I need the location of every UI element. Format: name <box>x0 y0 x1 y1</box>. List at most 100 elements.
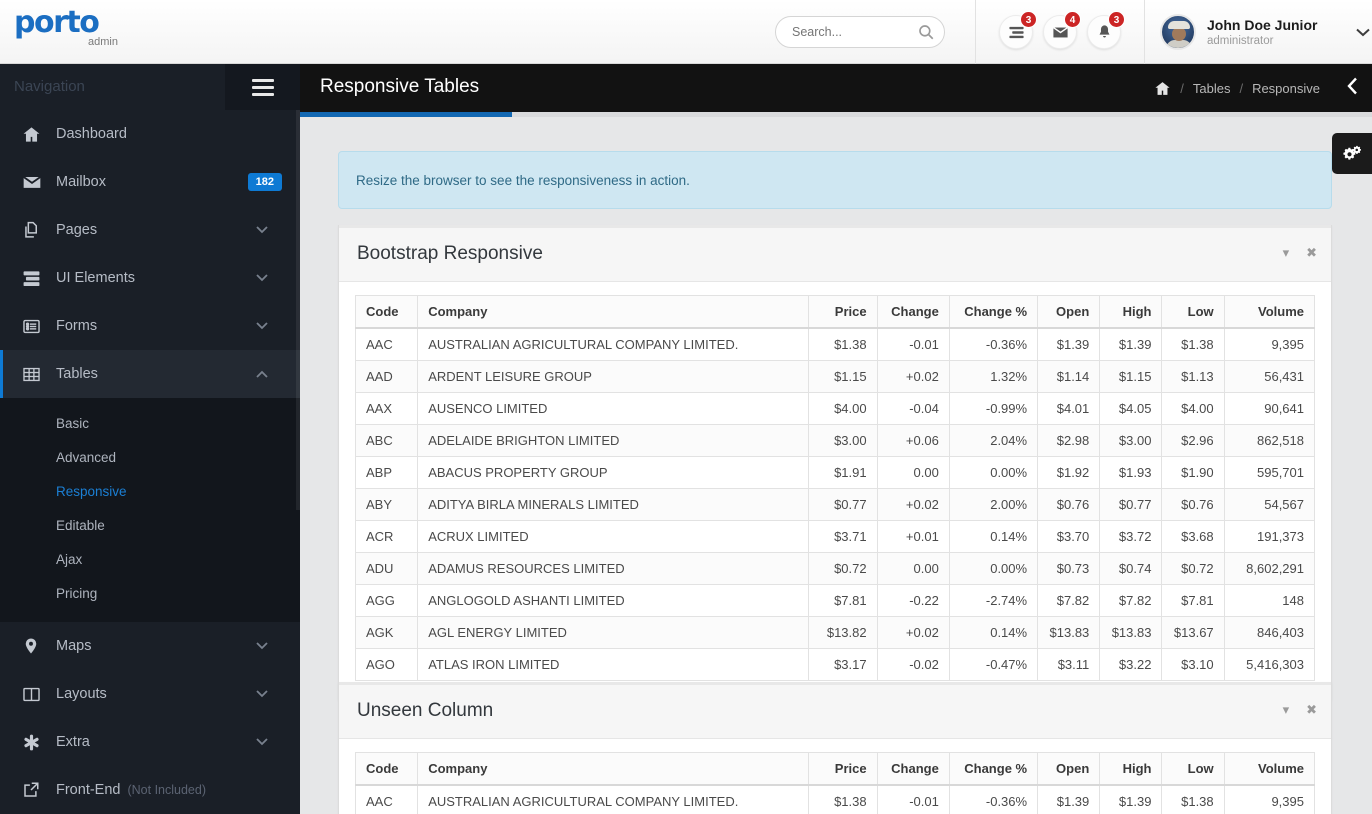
cell-low: $7.81 <box>1161 584 1225 617</box>
responsive-table-2: Code Company Price Change Change % Open … <box>354 752 1316 814</box>
sidebar-item-dashboard[interactable]: Dashboard <box>0 110 300 158</box>
sidebar-item-ui-elements[interactable]: UI Elements <box>0 254 300 302</box>
th-volume[interactable]: Volume <box>1223 295 1316 329</box>
sidebar: Navigation Dashboard Mailbox 182 Pages U… <box>0 64 300 814</box>
sidebar-item-maps[interactable]: Maps <box>0 622 300 670</box>
sidebar-item-label: Tables <box>56 366 98 382</box>
breadcrumb-item-responsive[interactable]: Responsive <box>1252 81 1320 96</box>
th-open[interactable]: Open <box>1037 295 1101 329</box>
chevron-down-icon[interactable] <box>256 322 268 330</box>
cell-high: $7.82 <box>1099 584 1163 617</box>
th-company[interactable]: Company <box>417 752 810 786</box>
map-pin-icon <box>22 636 48 656</box>
table-row[interactable]: AAC AUSTRALIAN AGRICULTURAL COMPANY LIMIT… <box>354 327 1316 361</box>
chevron-up-icon[interactable] <box>256 370 268 378</box>
envelope-icon-button[interactable]: 4 <box>1043 11 1081 49</box>
th-low[interactable]: Low <box>1161 752 1225 786</box>
panel-title: Unseen Column <box>357 700 494 721</box>
th-change[interactable]: Change <box>876 752 950 786</box>
th-price[interactable]: Price <box>808 752 878 786</box>
cell-open: $1.92 <box>1037 456 1101 489</box>
search-box[interactable] <box>775 16 945 48</box>
sidebar-item-label: Extra <box>56 734 90 750</box>
brand-logo[interactable]: porto admin <box>14 8 134 56</box>
panel-body: Code Company Price Change Change % Open … <box>339 739 1331 814</box>
tasks-icon-button[interactable]: 3 <box>999 11 1037 49</box>
table-row[interactable]: AGK AGL ENERGY LIMITED $13.82 +0.02 0.14% $13… <box>354 616 1316 649</box>
collapse-icon[interactable]: ▾ <box>1283 702 1290 718</box>
table-row[interactable]: AAC AUSTRALIAN AGRICULTURAL COMPANY LIMIT… <box>354 784 1316 814</box>
sidebar-item-label: Dashboard <box>56 126 127 142</box>
th-high[interactable]: High <box>1099 752 1163 786</box>
chevron-down-icon[interactable] <box>256 738 268 746</box>
breadcrumb: / Tables / Responsive <box>1154 80 1320 97</box>
cell-change: -0.01 <box>876 327 950 361</box>
th-high[interactable]: High <box>1099 295 1163 329</box>
sidebar-item-layouts[interactable]: Layouts <box>0 670 300 718</box>
chevron-down-icon[interactable] <box>256 226 268 234</box>
bell-icon-button[interactable]: 3 <box>1087 11 1125 49</box>
user-menu[interactable]: John Doe Junior administrator <box>1160 0 1371 64</box>
chevron-down-icon[interactable] <box>256 690 268 698</box>
th-company[interactable]: Company <box>417 295 810 329</box>
panel-bootstrap-responsive: Bootstrap Responsive ▾ ✖ Code Company Pr… <box>338 225 1332 700</box>
chevron-left-icon[interactable] <box>1347 77 1358 95</box>
th-change[interactable]: Change <box>876 295 950 329</box>
chevron-down-icon[interactable] <box>1356 28 1371 37</box>
table-row[interactable]: ABP ABACUS PROPERTY GROUP $1.91 0.00 0.00% $1… <box>354 456 1316 489</box>
collapse-icon[interactable]: ▾ <box>1283 245 1290 261</box>
sidebar-item-pages[interactable]: Pages <box>0 206 300 254</box>
table-row[interactable]: AGG ANGLOGOLD ASHANTI LIMITED $7.81 -0.22 -2… <box>354 584 1316 617</box>
sidebar-item-front-end[interactable]: Front-End (Not Included) <box>0 766 300 814</box>
th-low[interactable]: Low <box>1161 295 1225 329</box>
table-row[interactable]: ABC ADELAIDE BRIGHTON LIMITED $3.00 +0.06 2.… <box>354 424 1316 457</box>
sidebar-item-tables[interactable]: Tables <box>0 350 300 398</box>
tables-subnav: Basic Advanced Responsive Editable Ajax … <box>0 398 300 622</box>
panel-actions: ▾ ✖ <box>1283 245 1317 261</box>
cell-price: $1.91 <box>808 456 878 489</box>
table-row[interactable]: AAD ARDENT LEISURE GROUP $1.15 +0.02 1.32% $1… <box>354 360 1316 393</box>
sidebar-subitem-advanced[interactable]: Advanced <box>0 440 300 474</box>
sidebar-subitem-editable[interactable]: Editable <box>0 508 300 542</box>
breadcrumb-item-tables[interactable]: Tables <box>1193 81 1231 96</box>
user-role: administrator <box>1207 34 1274 47</box>
sidebar-item-mailbox[interactable]: Mailbox 182 <box>0 158 300 206</box>
th-code[interactable]: Code <box>354 295 419 329</box>
table-row[interactable]: AGO ATLAS IRON LIMITED $3.17 -0.02 -0.47% $3.… <box>354 648 1316 681</box>
close-icon[interactable]: ✖ <box>1306 702 1317 718</box>
cell-low: $1.13 <box>1161 360 1225 393</box>
cell-price: $0.77 <box>808 488 878 521</box>
th-change-percent[interactable]: Change % <box>948 295 1039 329</box>
table-row[interactable]: AAX AUSENCO LIMITED $4.00 -0.04 -0.99% $4.01 $… <box>354 392 1316 425</box>
chevron-down-icon[interactable] <box>256 274 268 282</box>
sidebar-subitem-pricing[interactable]: Pricing <box>0 576 300 610</box>
home-icon[interactable] <box>1154 80 1171 97</box>
th-volume[interactable]: Volume <box>1223 752 1316 786</box>
chevron-down-icon[interactable] <box>256 642 268 650</box>
page-title: Responsive Tables <box>320 76 480 97</box>
sidebar-item-extra[interactable]: Extra <box>0 718 300 766</box>
sidebar-scrollbar[interactable] <box>296 110 300 510</box>
responsive-table-1: Code Company Price Change Change % Open … <box>354 295 1316 681</box>
th-change-percent[interactable]: Change % <box>948 752 1039 786</box>
search-icon[interactable] <box>917 23 935 41</box>
cell-volume: 56,431 <box>1223 360 1316 393</box>
sidebar-subitem-responsive[interactable]: Responsive <box>0 474 300 508</box>
sidebar-subitem-ajax[interactable]: Ajax <box>0 542 300 576</box>
close-icon[interactable]: ✖ <box>1306 245 1317 261</box>
gears-icon[interactable] <box>1332 133 1372 174</box>
th-open[interactable]: Open <box>1037 752 1101 786</box>
cell-company: ADELAIDE BRIGHTON LIMITED <box>417 424 810 457</box>
table-icon <box>22 364 48 384</box>
table-row[interactable]: ABY ADITYA BIRLA MINERALS LIMITED $0.77 +0.… <box>354 488 1316 521</box>
cell-volume: 191,373 <box>1223 520 1316 553</box>
th-price[interactable]: Price <box>808 295 878 329</box>
sidebar-subitem-basic[interactable]: Basic <box>0 406 300 440</box>
table-row[interactable]: ADU ADAMUS RESOURCES LIMITED $0.72 0.00 0.00… <box>354 552 1316 585</box>
cell-low: $2.96 <box>1161 424 1225 457</box>
table-row[interactable]: ACR ACRUX LIMITED $3.71 +0.01 0.14% $3.70 $3.7… <box>354 520 1316 553</box>
th-code[interactable]: Code <box>354 752 419 786</box>
menu-icon[interactable] <box>225 64 300 110</box>
content-area: Resize the browser to see the responsive… <box>300 117 1372 814</box>
sidebar-item-forms[interactable]: Forms <box>0 302 300 350</box>
